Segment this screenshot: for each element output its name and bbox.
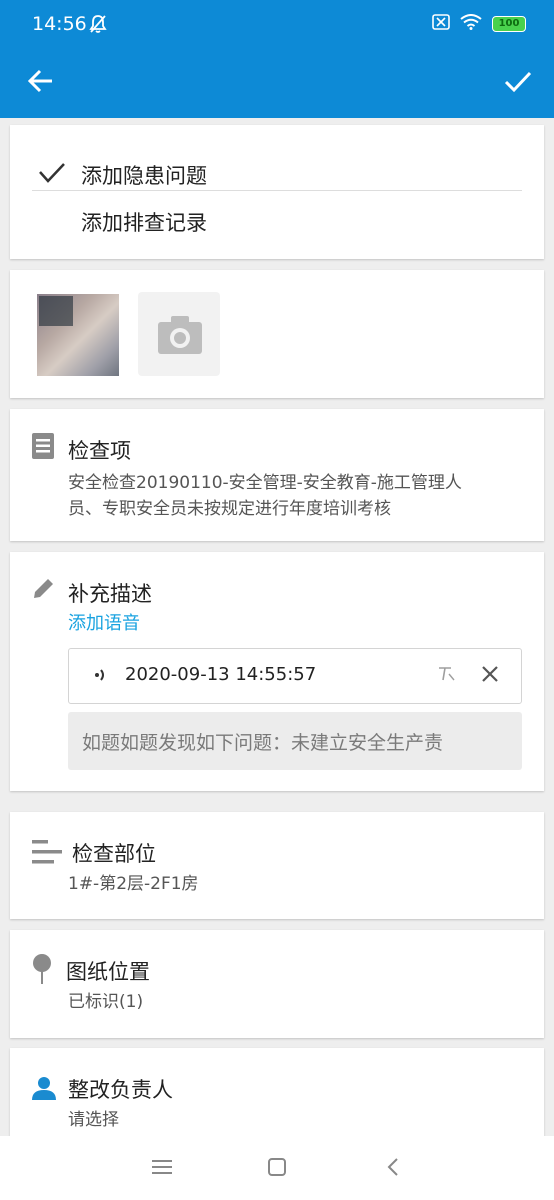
drawing-card[interactable]: 图纸位置 已标识(1) — [10, 930, 544, 1038]
wifi-icon — [460, 14, 482, 34]
photo-card — [10, 270, 544, 398]
photo-thumbnail[interactable] — [37, 294, 119, 376]
status-time: 14:56 — [32, 13, 87, 35]
thumbnail-overlay — [39, 296, 73, 326]
check-item-card[interactable]: 检查项 安全检查20190110-安全管理-安全教育-施工管理人 员、专职安全员… — [10, 409, 544, 541]
location-title: 检查部位 — [72, 842, 156, 866]
check-icon — [38, 162, 66, 188]
back-icon[interactable] — [386, 1157, 400, 1181]
check-item-line1: 安全检查20190110-安全管理-安全教育-施工管理人 — [68, 473, 462, 493]
option-label: 添加排查记录 — [81, 211, 207, 235]
check-item-line2: 员、专职安全员未按规定进行年度培训考核 — [68, 499, 391, 519]
description-card: 补充描述 添加语音 2020-09-13 14:55:57 如题如题发现如下问题… — [10, 552, 544, 791]
location-value: 1#-第2层-2F1房 — [68, 874, 199, 894]
description-textarea[interactable]: 如题如题发现如下问题：未建立安全生产责 — [68, 712, 522, 770]
bell-off-icon — [89, 14, 107, 38]
app-bar — [0, 48, 554, 118]
check-item-title: 检查项 — [68, 439, 131, 463]
confirm-button[interactable] — [500, 64, 536, 100]
arrow-left-icon — [27, 69, 52, 93]
voice-icon — [93, 664, 109, 690]
drawing-value: 已标识(1) — [68, 992, 144, 1012]
description-text: 如题如题发现如下问题：未建立安全生产责 — [82, 732, 444, 754]
person-icon — [32, 1076, 56, 1104]
home-icon[interactable] — [268, 1158, 286, 1180]
pin-icon — [32, 954, 52, 988]
owner-card[interactable]: 整改负责人 请选择 — [10, 1048, 544, 1148]
close-icon[interactable] — [479, 663, 501, 689]
back-button[interactable] — [24, 64, 60, 100]
drawing-title: 图纸位置 — [66, 960, 150, 984]
navigation-bar — [0, 1136, 554, 1200]
pencil-icon — [32, 576, 56, 604]
owner-placeholder[interactable]: 请选择 — [68, 1106, 119, 1134]
voice-timestamp: 2020-09-13 14:55:57 — [125, 664, 317, 685]
option-add-inspection-record[interactable]: 添加排查记录 — [10, 197, 544, 245]
transcribe-icon[interactable] — [437, 664, 457, 688]
check-icon — [504, 71, 532, 93]
divider — [32, 190, 522, 191]
battery-icon: 100 — [492, 16, 526, 32]
align-left-icon — [32, 840, 62, 868]
add-voice-link[interactable]: 添加语音 — [68, 610, 140, 638]
camera-icon — [158, 316, 202, 354]
list-icon — [32, 433, 54, 463]
location-card[interactable]: 检查部位 1#-第2层-2F1房 — [10, 812, 544, 919]
add-photo-button[interactable] — [138, 292, 220, 376]
option-label: 添加隐患问题 — [81, 164, 207, 188]
owner-title: 整改负责人 — [68, 1078, 173, 1102]
menu-icon[interactable] — [152, 1158, 172, 1180]
voice-note[interactable]: 2020-09-13 14:55:57 — [68, 648, 522, 704]
sim-icon — [432, 14, 450, 34]
status-bar: 14:56 100 — [0, 0, 554, 48]
description-title: 补充描述 — [68, 582, 152, 606]
record-type-card: 添加隐患问题 添加排查记录 — [10, 125, 544, 259]
